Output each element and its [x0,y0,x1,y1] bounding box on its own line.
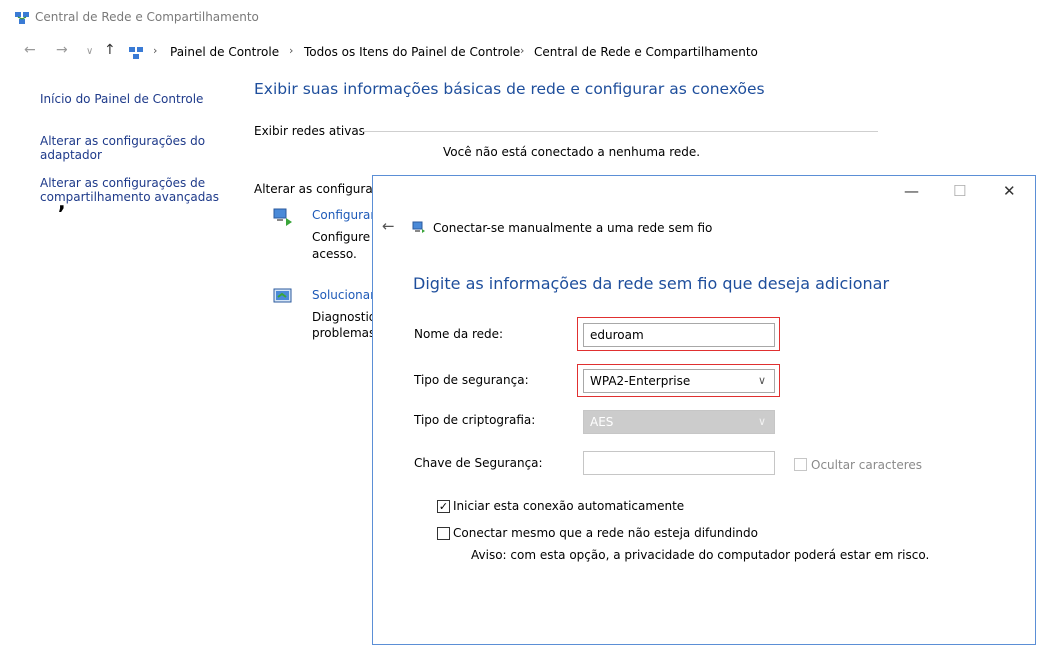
network-name-label: Nome da rede: [414,327,504,341]
back-arrow-icon[interactable]: ← [24,42,36,58]
network-setup-icon [273,208,292,226]
security-type-select[interactable]: WPA2-Enterprise ∨ [583,369,775,393]
stray-mark: , [58,190,66,214]
encryption-type-value: AES [590,415,614,429]
sidebar-item-label: compartilhamento avançadas [40,190,219,204]
hide-characters-label: Ocultar caracteres [811,458,923,472]
sidebar-item-sharing-settings[interactable]: Alterar as configurações de compartilham… [40,176,219,204]
breadcrumb-separator-icon: › [289,44,294,57]
breadcrumb-all-items[interactable]: Todos os Itens do Painel de Controle [304,45,520,59]
breadcrumb-network-center[interactable]: Central de Rede e Compartilhamento [534,45,758,59]
minimize-button[interactable]: — [904,182,919,200]
security-key-label: Chave de Segurança: [414,456,543,470]
hide-characters-checkbox[interactable] [794,458,807,471]
dialog-heading: Digite as informações da rede sem fio qu… [413,274,890,293]
wireless-network-icon [412,221,425,233]
address-bar: ← → ∨ ↑ › Painel de Controle › Todos os … [0,38,1060,66]
change-settings-label: Alterar as configuraç [254,182,372,196]
network-name-input[interactable]: eduroam [583,323,775,347]
control-panel-icon [129,47,143,59]
not-connected-text: Você não está conectado a nenhuma rede. [443,145,701,159]
connect-wireless-dialog: — ☐ ✕ ← Conectar-se manualmente a uma re… [372,175,1036,645]
forward-arrow-icon[interactable]: → [56,42,68,58]
chevron-down-icon: ∨ [757,374,766,387]
task-troubleshoot-link[interactable]: Solucionar [312,288,372,302]
auto-connect-label: Iniciar esta conexão automaticamente [453,499,685,513]
network-icon [15,12,29,24]
encryption-type-select[interactable]: AES ∨ [583,410,775,434]
close-button[interactable]: ✕ [1003,182,1016,200]
auto-connect-checkbox[interactable]: ✓ [437,500,450,513]
encryption-type-label: Tipo de criptografia: [414,413,536,427]
sidebar-item-label: adaptador [40,148,102,162]
breadcrumb-control-panel[interactable]: Painel de Controle [170,45,279,59]
security-key-input[interactable] [583,451,775,475]
connect-hidden-label: Conectar mesmo que a rede não esteja dif… [453,526,758,540]
task-setup-link[interactable]: Configurar [312,208,372,222]
dialog-title: Conectar-se manualmente a uma rede sem f… [433,221,713,235]
section-divider [362,131,878,132]
privacy-warning-text: Aviso: com esta opção, a privacidade do … [471,548,930,562]
sidebar-item-label: Alterar as configurações do [40,134,206,148]
connect-hidden-checkbox[interactable] [437,527,450,540]
window-title: Central de Rede e Compartilhamento [35,10,259,24]
back-arrow-icon[interactable]: ← [382,217,395,235]
task-troubleshoot-desc: problemas [312,326,372,340]
recent-locations-chevron-icon[interactable]: ∨ [86,46,93,57]
up-arrow-icon[interactable]: ↑ [104,42,116,58]
window-title-bar: Central de Rede e Compartilhamento [0,0,1060,38]
troubleshoot-icon [273,288,292,303]
task-setup-desc: Configure [312,230,371,244]
sidebar-item-adapter-settings[interactable]: Alterar as configurações do adaptador [40,134,205,162]
breadcrumb-separator-icon: › [520,44,525,57]
security-type-value: WPA2-Enterprise [590,374,691,388]
sidebar-item-label: Alterar as configurações de [40,176,206,190]
sidebar-item-control-panel-home[interactable]: Início do Painel de Controle [40,92,203,106]
task-setup-desc: acesso. [312,247,357,261]
page-title: Exibir suas informações básicas de rede … [254,80,765,98]
breadcrumb-separator-icon: › [153,44,158,57]
active-networks-label: Exibir redes ativas [254,124,365,138]
task-troubleshoot-desc: Diagnostiq [312,310,372,324]
maximize-button[interactable]: ☐ [953,182,966,200]
security-type-label: Tipo de segurança: [414,373,529,387]
chevron-down-icon: ∨ [757,415,766,428]
